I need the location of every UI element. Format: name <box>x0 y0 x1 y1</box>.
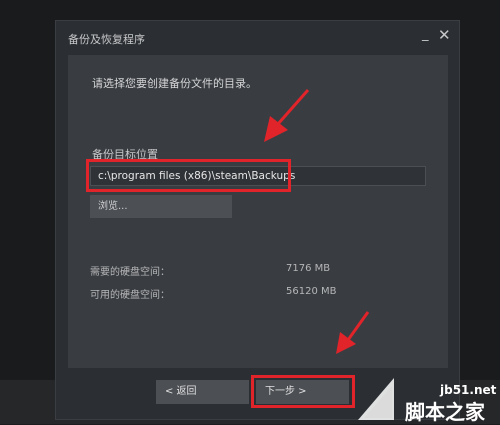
window-title: 备份及恢复程序 <box>68 33 145 46</box>
required-space-value: 7176 MB <box>286 263 331 274</box>
available-space-label: 可用的硬盘空间： <box>90 290 170 301</box>
available-space-value: 56120 MB <box>286 286 337 297</box>
minimize-icon[interactable]: _ <box>422 27 429 42</box>
watermark-name: 脚本之家 <box>405 400 485 424</box>
close-icon[interactable]: ✕ <box>438 26 451 44</box>
title-bar: 备份及恢复程序 _ ✕ <box>56 21 459 55</box>
watermark-site: jb51.net <box>440 383 497 397</box>
next-button[interactable]: 下一步 > <box>256 380 349 404</box>
backup-path-input[interactable]: c:\program files (x86)\steam\Backups <box>90 166 426 186</box>
backup-dialog: 备份及恢复程序 _ ✕ 请选择您要创建备份文件的目录。 备份目标位置 c:\pr… <box>55 20 460 420</box>
backup-location-label: 备份目标位置 <box>92 148 158 161</box>
back-button[interactable]: < 返回 <box>156 380 249 404</box>
required-space-label: 需要的硬盘空间： <box>90 267 170 278</box>
watermark-logo-icon <box>358 378 394 420</box>
browse-button[interactable]: 浏览... <box>90 195 232 218</box>
content-panel: 请选择您要创建备份文件的目录。 备份目标位置 c:\program files … <box>68 55 448 368</box>
instruction-text: 请选择您要创建备份文件的目录。 <box>92 77 257 90</box>
